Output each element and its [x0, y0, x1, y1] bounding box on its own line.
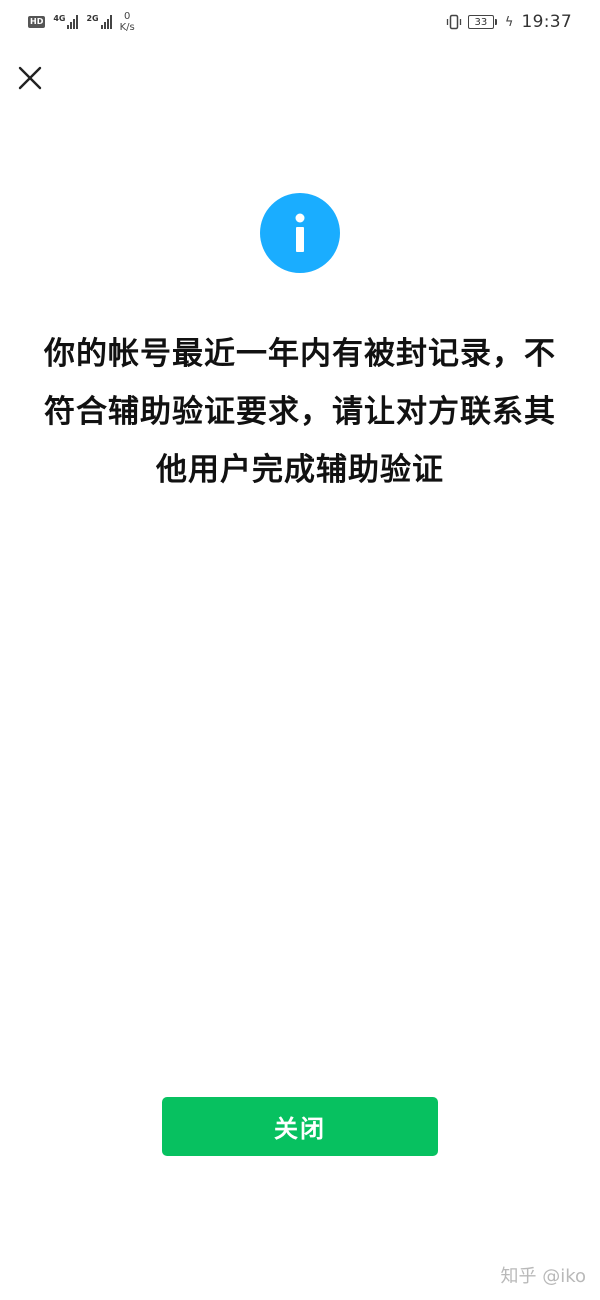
signal-4g: 4G	[53, 14, 79, 29]
signal-2g: 2G	[86, 14, 112, 29]
close-dialog-button[interactable]: 关闭	[162, 1097, 438, 1156]
signal-bars-icon	[67, 15, 79, 29]
clock: 19:37	[521, 12, 572, 32]
watermark: 知乎 @iko	[500, 1266, 586, 1287]
charging-icon: ϟ	[504, 14, 514, 30]
close-button[interactable]	[14, 62, 46, 94]
network-speed: 0 K/s	[120, 11, 135, 33]
network-label-4g: 4G	[53, 14, 66, 23]
dialog-message: 你的帐号最近一年内有被封记录，不符合辅助验证要求，请让对方联系其他用户完成辅助验…	[44, 336, 556, 488]
vibrate-icon	[446, 14, 462, 30]
hd-badge: HD	[28, 16, 46, 28]
network-label-2g: 2G	[86, 14, 99, 23]
network-speed-unit: K/s	[119, 22, 135, 33]
signal-bars-icon	[100, 15, 112, 29]
status-bar-left: HD 4G 2G 0 K/s	[28, 11, 135, 33]
close-icon	[18, 66, 42, 90]
battery-level: 33	[467, 15, 494, 29]
network-speed-value: 0	[124, 11, 131, 22]
status-bar: HD 4G 2G 0 K/s 33 ϟ 19:37	[0, 0, 600, 44]
info-icon	[260, 193, 340, 273]
battery-icon: 33	[467, 15, 497, 29]
status-bar-right: 33 ϟ 19:37	[446, 12, 572, 32]
